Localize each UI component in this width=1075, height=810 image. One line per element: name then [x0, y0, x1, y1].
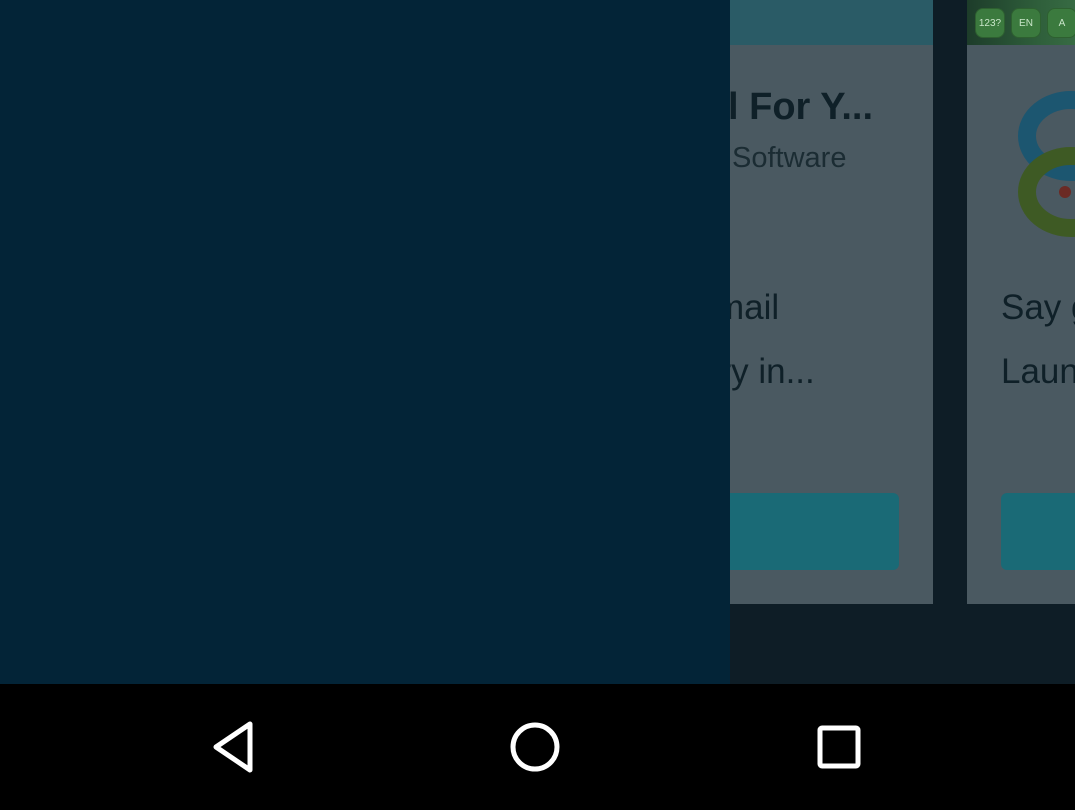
keyboard-preview: 123? EN A: [975, 8, 1075, 38]
recents-icon: [817, 725, 861, 769]
card-subtitle: Software: [732, 142, 847, 174]
app-card[interactable]: 123? EN A Say g Laun: [967, 0, 1075, 604]
back-button[interactable]: [190, 702, 280, 792]
card-header-image: 123? EN A: [967, 0, 1075, 45]
app-logo-icon: [1018, 91, 1075, 237]
side-panel[interactable]: [0, 0, 730, 684]
card-action-button[interactable]: [1001, 493, 1075, 570]
navigation-bar: [0, 684, 1075, 810]
home-button[interactable]: [490, 702, 580, 792]
screen: l For Y... Software mail ary in... 123? …: [0, 0, 1075, 684]
keyboard-key: A: [1047, 8, 1075, 38]
card-title: l For Y...: [728, 86, 874, 128]
card-description-line: Say g: [1001, 288, 1075, 327]
card-description-line: Laun: [1001, 352, 1075, 391]
recents-button[interactable]: [794, 702, 884, 792]
keyboard-key: 123?: [975, 8, 1005, 38]
keyboard-key: EN: [1011, 8, 1041, 38]
home-icon: [510, 722, 560, 772]
back-icon: [213, 721, 253, 773]
